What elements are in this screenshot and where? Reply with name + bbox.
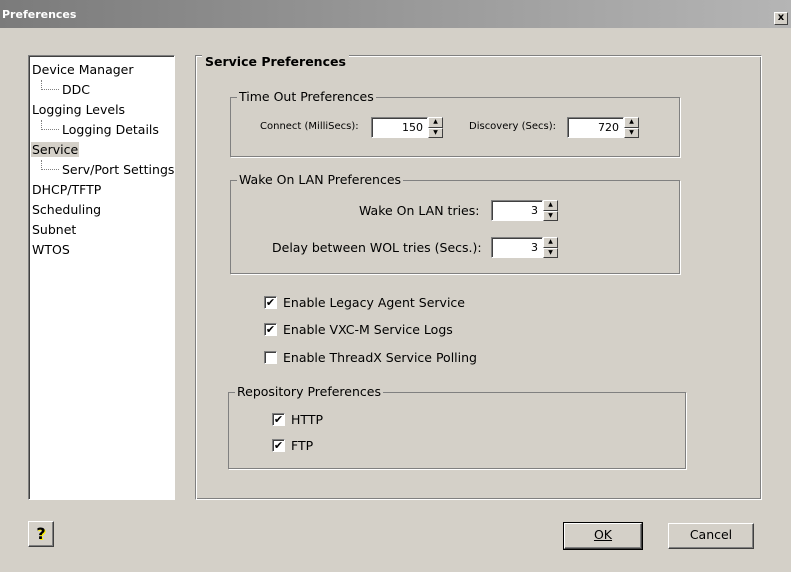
connect-label: Connect (MilliSecs): [260,121,359,132]
legacy-agent-label: Enable Legacy Agent Service [283,294,465,310]
tree-item-service[interactable]: Service [31,140,172,160]
timeout-group: Time Out Preferences Connect (MilliSecs)… [230,90,680,157]
wol-tries-input[interactable]: 3 [491,200,543,221]
checkbox-box[interactable]: ✔ [272,438,285,452]
checkbox-box[interactable]: ✔ [264,295,277,309]
wol-tries-label: Wake On LAN tries: [359,203,480,218]
help-button[interactable]: ? [28,521,54,547]
checkbox-box[interactable]: ✔ [272,412,285,426]
tree-item-logging-levels[interactable]: Logging Levels [31,100,172,120]
wol-delay-label: Delay between WOL tries (Secs.): [272,240,482,255]
discovery-spin-buttons[interactable]: ▲ ▼ [624,117,639,138]
spin-down-icon[interactable]: ▼ [428,127,443,138]
http-label: HTTP [291,411,323,427]
discovery-label: Discovery (Secs): [469,121,556,132]
tree-item-logging-details[interactable]: Logging Details [31,120,172,140]
spin-up-icon[interactable]: ▲ [428,117,443,128]
tree-connector [41,120,59,130]
ok-label: OK [593,527,613,542]
window-title: Preferences [2,8,77,21]
tree-item-subnet[interactable]: Subnet [31,220,172,240]
wol-tries-spinner[interactable]: 3 ▲ ▼ [491,200,558,221]
spin-up-icon[interactable]: ▲ [543,200,558,211]
wol-group-title: Wake On LAN Preferences [237,172,404,187]
help-icon: ? [36,524,46,543]
close-button[interactable]: x [774,12,788,25]
vxc-logs-checkbox[interactable]: ✔ Enable VXC-M Service Logs [264,321,453,337]
service-preferences-panel: Service Preferences Time Out Preferences… [195,54,762,500]
connect-spin-buttons[interactable]: ▲ ▼ [428,117,443,138]
wol-tries-spin-buttons[interactable]: ▲ ▼ [543,200,558,221]
tree-item-serv-port-settings[interactable]: Serv/Port Settings [31,160,174,180]
wol-delay-spinner[interactable]: 3 ▲ ▼ [491,237,558,258]
tree-item-scheduling[interactable]: Scheduling [31,200,172,220]
legacy-agent-checkbox[interactable]: ✔ Enable Legacy Agent Service [264,294,465,310]
tree-item-wtos[interactable]: WTOS [31,240,172,260]
spin-up-icon[interactable]: ▲ [543,237,558,248]
repository-group: Repository Preferences ✔ HTTP ✔ FTP [228,385,686,469]
title-bar: Preferences x [0,0,791,28]
tree-connector [41,160,59,170]
wol-delay-input[interactable]: 3 [491,237,543,258]
tree-item-device-manager[interactable]: Device Manager [31,60,172,80]
repository-group-title: Repository Preferences [235,384,383,399]
threadx-polling-label: Enable ThreadX Service Polling [283,349,477,365]
wol-group: Wake On LAN Preferences Wake On LAN trie… [230,173,680,274]
discovery-input[interactable]: 720 [567,117,624,138]
spin-down-icon[interactable]: ▼ [624,127,639,138]
tree-item-dhcp-tftp[interactable]: DHCP/TFTP [31,180,172,200]
connect-input[interactable]: 150 [371,117,428,138]
cancel-label: Cancel [689,527,733,542]
http-checkbox[interactable]: ✔ HTTP [272,411,323,427]
discovery-spinner[interactable]: 720 ▲ ▼ [567,117,639,138]
connect-spinner[interactable]: 150 ▲ ▼ [371,117,443,138]
ftp-checkbox[interactable]: ✔ FTP [272,437,313,453]
preferences-tree[interactable]: Device Manager DDC Logging Levels Loggin… [28,55,175,500]
checkbox-box[interactable]: ✔ [264,322,277,336]
close-icon: x [777,12,785,23]
timeout-group-title: Time Out Preferences [237,89,376,104]
spin-down-icon[interactable]: ▼ [543,210,558,221]
vxc-logs-label: Enable VXC-M Service Logs [283,321,453,337]
cancel-button[interactable]: Cancel [668,523,754,549]
ftp-label: FTP [291,437,314,453]
checkbox-box[interactable] [264,350,277,364]
ok-button[interactable]: OK [563,522,643,550]
spin-down-icon[interactable]: ▼ [543,247,558,258]
tree-connector [41,80,59,90]
tree-item-ddc[interactable]: DDC [31,80,172,100]
threadx-polling-checkbox[interactable]: Enable ThreadX Service Polling [264,349,477,365]
spin-up-icon[interactable]: ▲ [624,117,639,128]
panel-title: Service Preferences [202,54,349,70]
wol-delay-spin-buttons[interactable]: ▲ ▼ [543,237,558,258]
